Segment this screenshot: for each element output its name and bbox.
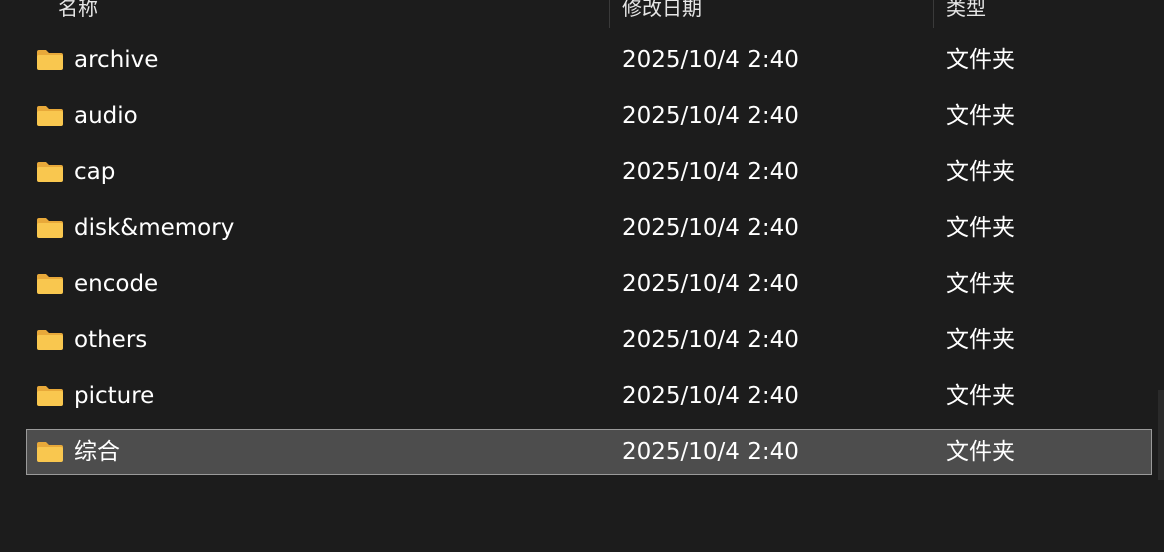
column-header-type[interactable]: 类型	[946, 0, 986, 21]
file-modified-date: 2025/10/4 2:40	[622, 439, 799, 465]
file-row[interactable]: others 2025/10/4 2:40 文件夹	[26, 317, 1152, 363]
file-type: 文件夹	[946, 439, 1015, 465]
file-type: 文件夹	[946, 159, 1015, 185]
file-modified-date: 2025/10/4 2:40	[622, 271, 799, 297]
file-modified-date: 2025/10/4 2:40	[622, 383, 799, 409]
file-row[interactable]: encode 2025/10/4 2:40 文件夹	[26, 261, 1152, 307]
column-divider[interactable]	[933, 0, 934, 28]
file-modified-date: 2025/10/4 2:40	[622, 47, 799, 73]
file-type: 文件夹	[946, 47, 1015, 73]
file-name: archive	[74, 47, 159, 73]
file-type: 文件夹	[946, 215, 1015, 241]
file-row[interactable]: disk&memory 2025/10/4 2:40 文件夹	[26, 205, 1152, 251]
folder-icon	[37, 162, 63, 182]
file-modified-date: 2025/10/4 2:40	[622, 159, 799, 185]
file-row[interactable]: archive 2025/10/4 2:40 文件夹	[26, 37, 1152, 83]
folder-icon	[37, 218, 63, 238]
file-row[interactable]: 综合 2025/10/4 2:40 文件夹	[26, 429, 1152, 475]
file-row[interactable]: picture 2025/10/4 2:40 文件夹	[26, 373, 1152, 419]
file-name: cap	[74, 159, 116, 185]
file-name: encode	[74, 271, 159, 297]
file-type: 文件夹	[946, 383, 1015, 409]
file-row[interactable]: audio 2025/10/4 2:40 文件夹	[26, 93, 1152, 139]
file-name: 综合	[74, 439, 120, 465]
folder-icon	[37, 274, 63, 294]
folder-icon	[37, 50, 63, 70]
folder-icon	[37, 330, 63, 350]
folder-icon	[37, 442, 63, 462]
file-type: 文件夹	[946, 103, 1015, 129]
file-name: picture	[74, 383, 155, 409]
file-type: 文件夹	[946, 271, 1015, 297]
file-type: 文件夹	[946, 327, 1015, 353]
folder-icon	[37, 386, 63, 406]
file-modified-date: 2025/10/4 2:40	[622, 327, 799, 353]
folder-icon	[37, 106, 63, 126]
column-header-modified[interactable]: 修改日期	[622, 0, 702, 21]
file-modified-date: 2025/10/4 2:40	[622, 215, 799, 241]
column-header: 名称 修改日期 类型	[0, 0, 1164, 28]
scrollbar[interactable]	[1158, 390, 1164, 480]
file-name: disk&memory	[74, 215, 235, 241]
file-name: audio	[74, 103, 138, 129]
file-row[interactable]: cap 2025/10/4 2:40 文件夹	[26, 149, 1152, 195]
file-name: others	[74, 327, 148, 353]
column-divider[interactable]	[609, 0, 610, 28]
column-header-name[interactable]: 名称	[58, 0, 98, 21]
file-modified-date: 2025/10/4 2:40	[622, 103, 799, 129]
